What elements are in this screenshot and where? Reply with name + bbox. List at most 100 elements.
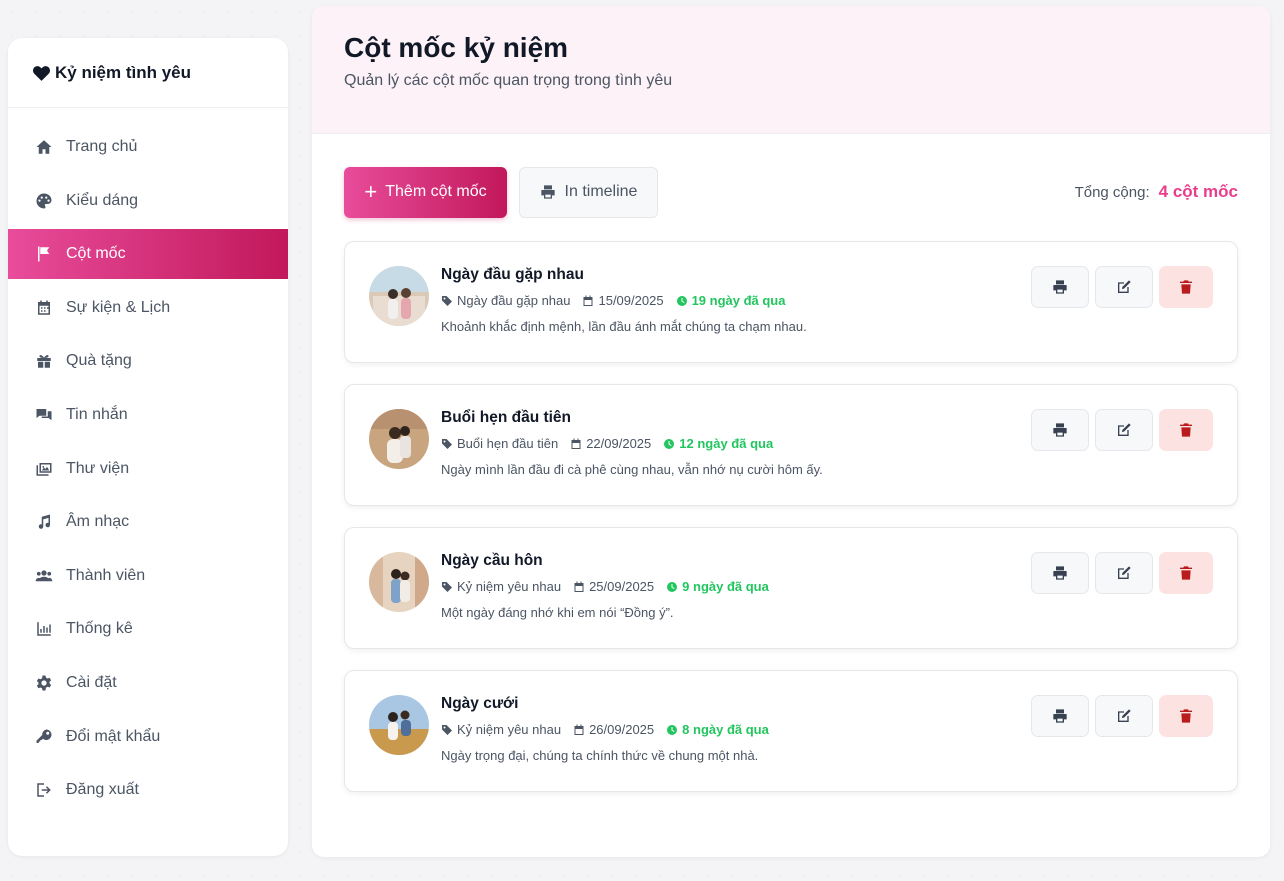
milestone-photo[interactable] xyxy=(369,552,429,612)
key-icon xyxy=(34,727,54,747)
clock-icon xyxy=(676,295,687,306)
chat-icon xyxy=(34,405,54,425)
brand[interactable]: Kỷ niệm tình yêu xyxy=(8,38,288,108)
print-icon xyxy=(540,185,555,199)
delete-button[interactable] xyxy=(1159,695,1213,737)
sidebar-item-label: Quà tặng xyxy=(66,352,132,370)
milestone-date: 25/09/2025 xyxy=(589,579,655,594)
clock-icon xyxy=(664,438,675,449)
milestone-category: Kỷ niệm yêu nhau xyxy=(457,579,562,594)
milestone-card: Ngày cầu hôn Kỷ niệm yêu nhau 25/09/2025… xyxy=(344,527,1238,649)
sidebar-nav: Trang chủ Kiểu dáng Cột mốc Sự kiện & Lị… xyxy=(8,108,288,815)
print-button[interactable] xyxy=(1031,695,1089,737)
total-count: 4 cột mốc xyxy=(1158,182,1238,201)
sidebar-item-gallery[interactable]: Thư viện xyxy=(8,444,288,494)
print-icon xyxy=(1053,280,1067,294)
sidebar-item-events[interactable]: Sự kiện & Lịch xyxy=(8,283,288,333)
tag-icon xyxy=(442,295,452,306)
print-button[interactable] xyxy=(1031,266,1089,308)
tag-icon xyxy=(442,724,452,735)
milestone-photo[interactable] xyxy=(369,266,429,326)
milestone-title: Ngày cầu hôn xyxy=(441,552,543,569)
clock-icon xyxy=(667,724,678,735)
edit-button[interactable] xyxy=(1095,266,1153,308)
milestone-card: Ngày đầu gặp nhau Ngày đầu gặp nhau 15/0… xyxy=(344,241,1238,363)
print-timeline-button[interactable]: In timeline xyxy=(519,166,658,218)
heart-icon xyxy=(32,64,51,82)
milestone-card: Ngày cưới Kỷ niệm yêu nhau 26/09/2025 8 … xyxy=(344,670,1238,792)
edit-icon xyxy=(1118,566,1131,579)
milestone-photo[interactable] xyxy=(369,409,429,469)
edit-button[interactable] xyxy=(1095,695,1153,737)
music-icon xyxy=(34,512,54,532)
chart-icon xyxy=(34,619,54,639)
calendar-icon xyxy=(583,295,593,306)
sidebar-item-stats[interactable]: Thống kê xyxy=(8,604,288,654)
milestone-title: Ngày đầu gặp nhau xyxy=(441,266,584,283)
edit-icon xyxy=(1118,423,1131,436)
sidebar-item-label: Thống kê xyxy=(66,620,133,638)
milestone-elapsed: 19 ngày đã qua xyxy=(691,293,786,308)
sidebar-item-messages[interactable]: Tin nhắn xyxy=(8,390,288,440)
delete-button[interactable] xyxy=(1159,552,1213,594)
milestone-date: 15/09/2025 xyxy=(598,293,664,308)
trash-icon xyxy=(1180,280,1192,294)
toolbar: + Thêm cột mốc In timeline Tổng cộng: 4 … xyxy=(344,166,1238,218)
edit-button[interactable] xyxy=(1095,409,1153,451)
milestone-meta: Kỷ niệm yêu nhau 26/09/2025 8 ngày đã qu… xyxy=(441,722,1007,737)
milestone-photo[interactable] xyxy=(369,695,429,755)
sidebar-item-members[interactable]: Thành viên xyxy=(8,551,288,601)
trash-icon xyxy=(1180,709,1192,723)
milestone-actions xyxy=(1025,409,1213,451)
sidebar-item-music[interactable]: Âm nhạc xyxy=(8,497,288,547)
trash-icon xyxy=(1180,566,1192,580)
page-title: Cột mốc kỷ niệm xyxy=(344,32,569,63)
main-panel: Cột mốc kỷ niệm Quản lý các cột mốc quan… xyxy=(312,6,1270,857)
sidebar-item-settings[interactable]: Cài đặt xyxy=(8,658,288,708)
sidebar-item-styles[interactable]: Kiểu dáng xyxy=(8,176,288,226)
page-header: Cột mốc kỷ niệm Quản lý các cột mốc quan… xyxy=(312,6,1270,134)
page-subtitle: Quản lý các cột mốc quan trọng trong tìn… xyxy=(344,72,673,89)
sidebar-item-label: Đăng xuất xyxy=(66,781,139,799)
sidebar-item-change-password[interactable]: Đổi mật khẩu xyxy=(8,712,288,762)
plus-icon: + xyxy=(364,179,378,204)
sidebar-item-label: Kiểu dáng xyxy=(66,191,139,209)
delete-button[interactable] xyxy=(1159,409,1213,451)
sidebar: Kỷ niệm tình yêu Trang chủ Kiểu dáng Cột… xyxy=(8,38,288,856)
milestone-info: Ngày cưới Kỷ niệm yêu nhau 26/09/2025 8 … xyxy=(441,695,1007,763)
print-button[interactable] xyxy=(1031,552,1089,594)
sidebar-item-label: Cột mốc xyxy=(66,245,126,263)
delete-button[interactable] xyxy=(1159,266,1213,308)
sidebar-item-label: Thư viện xyxy=(66,459,130,477)
sidebar-item-gifts[interactable]: Quà tặng xyxy=(8,336,288,386)
calendar-icon xyxy=(574,581,584,592)
edit-button[interactable] xyxy=(1095,552,1153,594)
gear-icon xyxy=(34,673,54,693)
print-button[interactable] xyxy=(1031,409,1089,451)
milestone-date: 22/09/2025 xyxy=(586,436,652,451)
milestone-meta: Buổi hẹn đầu tiên 22/09/2025 12 ngày đã … xyxy=(441,436,1007,451)
sidebar-item-milestones[interactable]: Cột mốc xyxy=(8,229,288,280)
milestone-info: Buổi hẹn đầu tiên Buổi hẹn đầu tiên 22/0… xyxy=(441,409,1007,477)
sidebar-item-home[interactable]: Trang chủ xyxy=(8,122,288,172)
users-icon xyxy=(34,566,54,586)
print-icon xyxy=(1053,566,1067,580)
milestone-card: Buổi hẹn đầu tiên Buổi hẹn đầu tiên 22/0… xyxy=(344,384,1238,506)
tag-icon xyxy=(442,581,452,592)
brand-title: Kỷ niệm tình yêu xyxy=(55,62,192,82)
total-label: Tổng cộng: xyxy=(1074,184,1150,201)
edit-icon xyxy=(1118,280,1131,293)
milestone-info: Ngày cầu hôn Kỷ niệm yêu nhau 25/09/2025… xyxy=(441,552,1007,620)
sidebar-item-logout[interactable]: Đăng xuất xyxy=(8,765,288,815)
sidebar-item-label: Sự kiện & Lịch xyxy=(66,298,171,316)
calendar-icon xyxy=(34,298,54,318)
milestone-description: Một ngày đáng nhớ khi em nói “Đồng ý”. xyxy=(441,605,674,620)
milestone-actions xyxy=(1025,266,1213,308)
milestone-category: Buổi hẹn đầu tiên xyxy=(457,436,559,451)
add-milestone-button[interactable]: + Thêm cột mốc xyxy=(344,166,507,218)
trash-icon xyxy=(1180,423,1192,437)
milestone-description: Khoảnh khắc định mệnh, lần đầu ánh mắt c… xyxy=(441,319,807,334)
milestone-meta: Kỷ niệm yêu nhau 25/09/2025 9 ngày đã qu… xyxy=(441,579,1007,594)
milestone-date: 26/09/2025 xyxy=(589,722,655,737)
milestone-elapsed: 9 ngày đã qua xyxy=(682,579,769,594)
